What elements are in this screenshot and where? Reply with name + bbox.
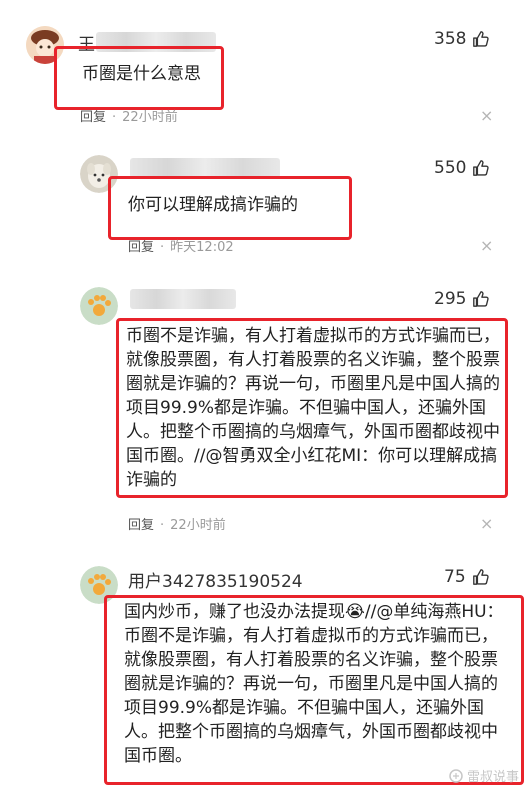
reply-button[interactable]: 回复	[128, 518, 154, 533]
blurred-author-name	[130, 158, 280, 178]
reply-button[interactable]: 回复	[128, 240, 154, 255]
blurred-author-name	[130, 289, 236, 309]
close-icon[interactable]: ×	[480, 236, 493, 255]
like-button[interactable]: 295	[434, 289, 490, 309]
avatar[interactable]	[80, 287, 118, 325]
thumbs-up-icon	[472, 569, 489, 585]
watermark-text: 雷叔说事	[466, 770, 519, 785]
close-icon[interactable]: ×	[480, 106, 493, 125]
highlight-box	[54, 46, 224, 110]
thumbs-up-icon	[473, 291, 490, 307]
like-button[interactable]: 75	[444, 567, 490, 587]
highlight-box	[108, 176, 352, 240]
like-count: 295	[434, 289, 467, 309]
thumbs-up-icon	[473, 31, 490, 47]
like-count: 75	[444, 567, 466, 587]
comment-author[interactable]: 用户3427835190524	[128, 567, 303, 592]
timestamp: 昨天12:02	[170, 240, 234, 255]
like-button[interactable]: 550	[434, 158, 490, 178]
timestamp: 22小时前	[170, 518, 226, 533]
watermark-icon	[449, 768, 463, 783]
comment-meta: 回复 · 昨天12:02	[128, 240, 234, 255]
like-count: 550	[434, 158, 467, 178]
close-icon[interactable]: ×	[480, 514, 493, 533]
highlight-box	[104, 595, 524, 785]
timestamp: 22小时前	[122, 110, 178, 125]
comment-meta: 回复 · 22小时前	[80, 110, 178, 125]
comment-meta: 回复 · 22小时前	[128, 518, 226, 533]
reply-button[interactable]: 回复	[80, 110, 106, 125]
like-count: 358	[434, 29, 467, 49]
thumbs-up-icon	[473, 160, 490, 176]
highlight-box	[116, 318, 508, 498]
watermark: 雷叔说事	[449, 766, 519, 785]
like-button[interactable]: 358	[434, 29, 490, 49]
